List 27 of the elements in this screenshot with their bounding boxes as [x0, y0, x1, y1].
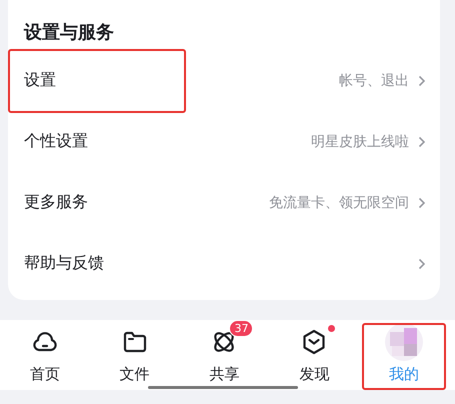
row-hint: 帐号、退出 — [339, 72, 409, 90]
chevron-icon — [418, 196, 426, 208]
row-label: 设置 — [24, 70, 56, 91]
row-hint: 明星皮肤上线啦 — [311, 132, 409, 150]
tab[interactable]: 发现 — [269, 320, 360, 384]
tab-label: 首页 — [30, 364, 60, 384]
row-label: 帮助与反馈 — [24, 253, 104, 274]
tab-label: 发现 — [299, 364, 330, 384]
avatar-icon — [384, 322, 424, 362]
tab-label: 文件 — [120, 364, 150, 384]
tab[interactable]: 文件 — [90, 320, 180, 384]
row-label: 更多服务 — [24, 192, 88, 213]
tab[interactable]: 37 共享 — [180, 320, 270, 384]
tab-label: 共享 — [209, 364, 240, 384]
menu-row[interactable]: 个性设置 明星皮肤上线啦 — [8, 111, 440, 172]
section-title: 设置与服务 — [22, 21, 115, 45]
tab[interactable]: 首页 — [0, 320, 90, 384]
row-hint: 免流量卡、领无限空间 — [269, 194, 409, 212]
tab-label: 我的 — [389, 364, 420, 384]
chevron-icon — [418, 258, 426, 270]
row-label: 个性设置 — [24, 131, 88, 152]
menu-row[interactable]: 设置 帐号、退出 — [8, 50, 440, 111]
menu-row[interactable]: 更多服务 免流量卡、领无限空间 — [8, 172, 440, 233]
chevron-icon — [418, 136, 426, 148]
menu-row[interactable]: 帮助与反馈 — [8, 233, 440, 294]
chevron-icon — [418, 74, 426, 86]
count-badge: 37 — [229, 320, 254, 337]
